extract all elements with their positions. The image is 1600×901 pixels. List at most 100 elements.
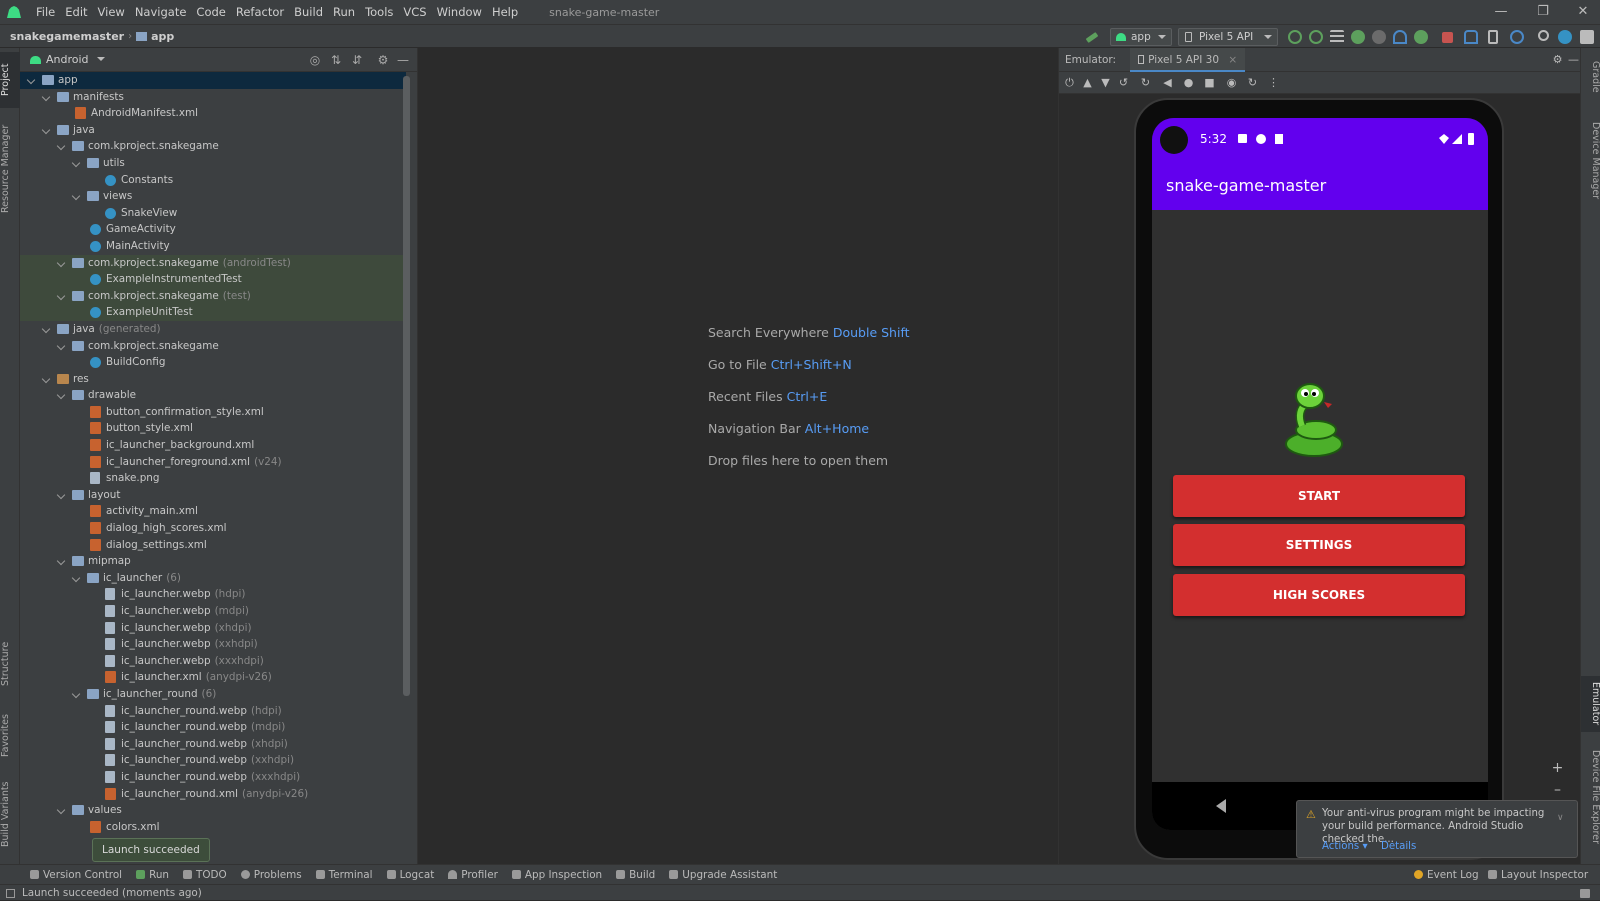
tree-item[interactable]: button_style.xml <box>20 420 406 437</box>
tree-item[interactable]: snake.png <box>20 470 406 487</box>
chevron-down-icon[interactable] <box>58 259 66 267</box>
tool-run[interactable]: Run <box>136 869 169 881</box>
tool-profiler[interactable]: Profiler <box>448 869 498 881</box>
menu-file[interactable]: File <box>31 0 60 24</box>
attach-debugger-icon[interactable] <box>1414 30 1428 44</box>
tree-item[interactable]: ic_launcher.webp (mdpi) <box>20 603 406 620</box>
tree-item[interactable]: ic_launcher (6) <box>20 570 406 587</box>
close-icon[interactable]: ✕ <box>1566 0 1600 24</box>
tool-app-inspection[interactable]: App Inspection <box>511 869 602 881</box>
tree-item[interactable]: utils <box>20 155 406 172</box>
rotate-left-icon[interactable]: ↺ <box>1117 76 1130 89</box>
tool-logcat[interactable]: Logcat <box>386 869 434 881</box>
restore-icon[interactable]: ❐ <box>1526 0 1560 24</box>
tree-item[interactable]: ic_launcher_round.webp (hdpi) <box>20 703 406 720</box>
tool-problems[interactable]: Problems <box>240 869 302 881</box>
tree-item[interactable]: ic_launcher_round.webp (mdpi) <box>20 719 406 736</box>
menu-vcs[interactable]: VCS <box>398 0 431 24</box>
notification-details-link[interactable]: Details <box>1381 841 1416 852</box>
chevron-down-icon[interactable] <box>73 159 81 167</box>
tool-tab-emulator[interactable]: Emulator <box>1581 676 1600 732</box>
notifications-icon[interactable] <box>1580 889 1590 898</box>
expand-all-icon[interactable]: ⇅ <box>329 53 343 67</box>
tree-item[interactable]: ic_launcher.webp (hdpi) <box>20 586 406 603</box>
zoom-out-icon[interactable]: – <box>1551 783 1564 797</box>
gear-icon[interactable]: ⚙ <box>1551 53 1564 66</box>
profile-icon[interactable] <box>1393 30 1407 44</box>
tree-item[interactable]: layout <box>20 487 406 504</box>
tree-item[interactable]: ExampleInstrumentedTest <box>20 271 406 288</box>
tree-item[interactable]: button_confirmation_style.xml <box>20 404 406 421</box>
apply-changes-icon[interactable] <box>1288 30 1302 44</box>
chevron-down-icon[interactable] <box>73 574 81 582</box>
start-button[interactable]: START <box>1173 475 1465 517</box>
chevron-down-icon[interactable] <box>58 292 66 300</box>
tree-item[interactable]: ic_launcher_round.webp (xxhdpi) <box>20 752 406 769</box>
high-scores-button[interactable]: HIGH SCORES <box>1173 574 1465 616</box>
tool-tab-device-file-explorer[interactable]: Device File Explorer <box>1581 742 1600 852</box>
project-view-select[interactable]: Android <box>46 53 105 66</box>
tree-item[interactable]: manifests <box>20 89 406 106</box>
tool-event-log[interactable]: Event Log <box>1414 869 1479 881</box>
tree-item[interactable]: res <box>20 371 406 388</box>
tree-item[interactable]: Constants <box>20 172 406 189</box>
chevron-down-icon[interactable] <box>58 142 66 150</box>
chevron-down-icon[interactable] <box>73 192 81 200</box>
menu-edit[interactable]: Edit <box>60 0 92 24</box>
settings-button[interactable]: SETTINGS <box>1173 524 1465 566</box>
home-icon[interactable]: ● <box>1182 76 1195 89</box>
volume-up-icon[interactable]: ▲ <box>1081 76 1094 89</box>
tool-layout-inspector[interactable]: Layout Inspector <box>1488 869 1588 881</box>
tree-item[interactable]: views <box>20 188 406 205</box>
chevron-down-icon[interactable] <box>58 391 66 399</box>
tool-tab-project[interactable]: Project <box>0 52 20 108</box>
hammer-icon[interactable] <box>1085 32 1099 43</box>
snapshot-icon[interactable]: ↻ <box>1246 76 1259 89</box>
power-icon[interactable]: ⏻ <box>1063 76 1076 89</box>
chevron-down-icon[interactable] <box>43 93 51 101</box>
chevron-down-icon[interactable] <box>43 325 51 333</box>
tool-terminal[interactable]: Terminal <box>315 869 373 881</box>
tool-todo[interactable]: TODO <box>183 869 227 881</box>
zoom-in-icon[interactable]: + <box>1551 761 1564 775</box>
chevron-down-icon[interactable] <box>58 557 66 565</box>
project-tree-scrollbar[interactable] <box>403 76 410 696</box>
tree-item[interactable]: MainActivity <box>20 238 406 255</box>
menu-code[interactable]: Code <box>191 0 230 24</box>
menu-help[interactable]: Help <box>487 0 523 24</box>
tree-item[interactable]: com.kproject.snakegame (androidTest) <box>20 254 406 272</box>
tree-item[interactable]: activity_main.xml <box>20 503 406 520</box>
tree-item[interactable]: java (generated) <box>20 321 406 338</box>
hide-panel-icon[interactable]: — <box>1567 53 1580 66</box>
emulator-device-tab[interactable]: Pixel 5 API 30 × <box>1130 47 1246 72</box>
chevron-down-icon[interactable] <box>58 806 66 814</box>
chevron-down-icon[interactable]: ∨ <box>1557 813 1564 823</box>
tree-item[interactable]: ic_launcher_round (6) <box>20 686 406 703</box>
menu-build[interactable]: Build <box>289 0 328 24</box>
chevron-down-icon[interactable] <box>43 126 51 134</box>
tree-item[interactable]: ic_launcher_round.xml (anydpi-v26) <box>20 786 406 803</box>
camera-icon[interactable]: ◉ <box>1225 76 1238 89</box>
tree-item[interactable]: values <box>20 802 406 819</box>
run-config-select[interactable]: app <box>1110 28 1172 46</box>
tree-item[interactable]: dialog_high_scores.xml <box>20 520 406 537</box>
tree-item[interactable]: ic_launcher_round.webp (xhdpi) <box>20 736 406 753</box>
chevron-down-icon[interactable] <box>58 491 66 499</box>
user-icon[interactable] <box>1580 30 1594 44</box>
tool-tab-build-variants[interactable]: Build Variants <box>0 776 20 852</box>
collapse-all-icon[interactable]: ⇵ <box>350 53 364 67</box>
notification-actions-link[interactable]: Actions ▾ <box>1322 841 1368 852</box>
tree-item[interactable]: BuildConfig <box>20 354 406 371</box>
search-icon[interactable] <box>1538 30 1549 41</box>
more-icon[interactable]: ⋮ <box>1267 76 1280 89</box>
chevron-down-icon[interactable] <box>43 375 51 383</box>
volume-down-icon[interactable]: ▼ <box>1099 76 1112 89</box>
tree-item[interactable]: SnakeView <box>20 205 406 222</box>
menu-view[interactable]: View <box>93 0 130 24</box>
menu-run[interactable]: Run <box>328 0 360 24</box>
tool-tab-favorites[interactable]: Favorites <box>0 706 20 766</box>
hide-panel-icon[interactable]: — <box>396 53 410 67</box>
tree-item[interactable]: ic_launcher.webp (xxhdpi) <box>20 636 406 653</box>
tool-upgrade-assistant[interactable]: Upgrade Assistant <box>669 869 777 881</box>
device-manager-icon[interactable] <box>1488 30 1498 44</box>
